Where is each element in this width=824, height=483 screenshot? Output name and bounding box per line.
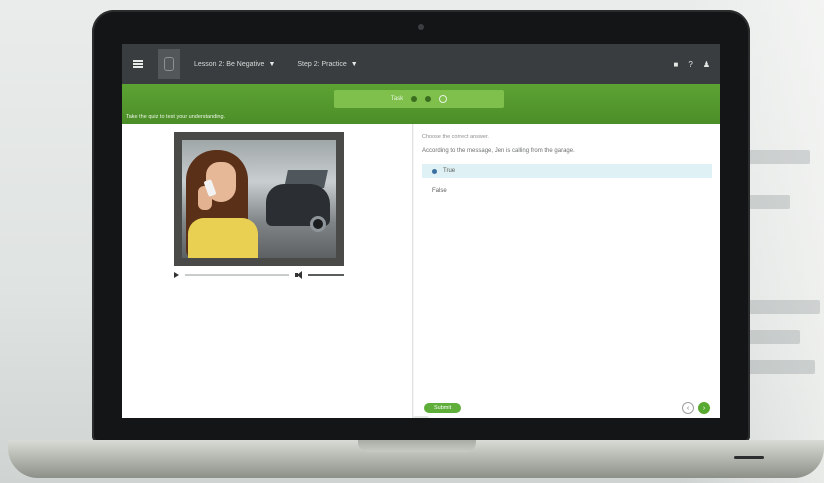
photo-frame <box>174 132 344 266</box>
lesson-dropdown[interactable]: Lesson 2: Be Negative ▼ <box>194 61 275 68</box>
radio-selected-icon[interactable] <box>432 168 437 174</box>
task-bar: Task Take the quiz to test your understa… <box>122 84 720 124</box>
task-ring-icon[interactable] <box>439 95 448 103</box>
laptop-base <box>8 440 824 478</box>
quiz-prompt: Choose the correct answer. <box>422 134 489 140</box>
chevron-left-icon[interactable]: ‹ <box>682 402 694 414</box>
lesson-label: Lesson 2: Be Negative <box>194 60 265 68</box>
app-top-bar: Lesson 2: Be Negative ▼ Step 2: Practice… <box>122 44 720 84</box>
task-pager[interactable]: Task <box>334 90 504 108</box>
quiz-footer: Submit ‹ › <box>414 398 720 418</box>
instruction-text: Take the quiz to test your understanding… <box>126 114 226 120</box>
audio-progress-track[interactable] <box>185 274 289 276</box>
person-body <box>188 218 258 258</box>
woman-on-phone-photo <box>182 140 336 258</box>
chevron-right-icon[interactable]: › <box>698 402 710 414</box>
pager-label: Task <box>390 96 404 102</box>
chevron-down-icon: ▼ <box>350 60 358 68</box>
print-icon[interactable]: ■ <box>674 60 679 69</box>
option-label: False <box>432 188 447 194</box>
submit-button[interactable]: Submit <box>424 403 462 413</box>
pane-divider <box>412 124 413 418</box>
status-light <box>734 456 764 459</box>
step-dropdown[interactable]: Step 2: Practice ▼ <box>297 61 357 68</box>
volume-slider[interactable] <box>308 274 344 276</box>
quiz-pane: Choose the correct answer. According to … <box>414 124 720 418</box>
user-icon[interactable]: ♟ <box>703 60 710 69</box>
task-dot[interactable] <box>411 96 418 102</box>
content-area: Choose the correct answer. According to … <box>122 124 720 418</box>
camera <box>418 24 424 30</box>
header-actions: ■ ? ♟ <box>674 60 710 69</box>
car-wheel <box>310 216 326 232</box>
chevron-down-icon: ▼ <box>268 60 276 68</box>
task-dot[interactable] <box>425 96 432 102</box>
step-label: Step 2: Practice <box>297 60 347 68</box>
laptop-notch <box>358 440 476 452</box>
panel-toggle[interactable] <box>412 416 430 418</box>
quiz-question: According to the message, Jen is calling… <box>422 148 575 154</box>
play-icon[interactable] <box>174 272 179 278</box>
volume-icon[interactable] <box>295 271 302 279</box>
page-nav: ‹ › <box>682 402 710 414</box>
audio-player <box>174 270 344 280</box>
laptop-screen: Lesson 2: Be Negative ▼ Step 2: Practice… <box>122 44 720 418</box>
media-pane <box>122 124 412 418</box>
option-label: True <box>443 168 456 174</box>
option-true[interactable]: True <box>422 164 712 178</box>
help-icon[interactable]: ? <box>688 60 692 69</box>
laptop-lid: Lesson 2: Be Negative ▼ Step 2: Practice… <box>92 10 750 442</box>
menu-icon[interactable] <box>132 58 144 70</box>
option-false[interactable]: False <box>422 184 712 198</box>
logo <box>158 49 180 79</box>
